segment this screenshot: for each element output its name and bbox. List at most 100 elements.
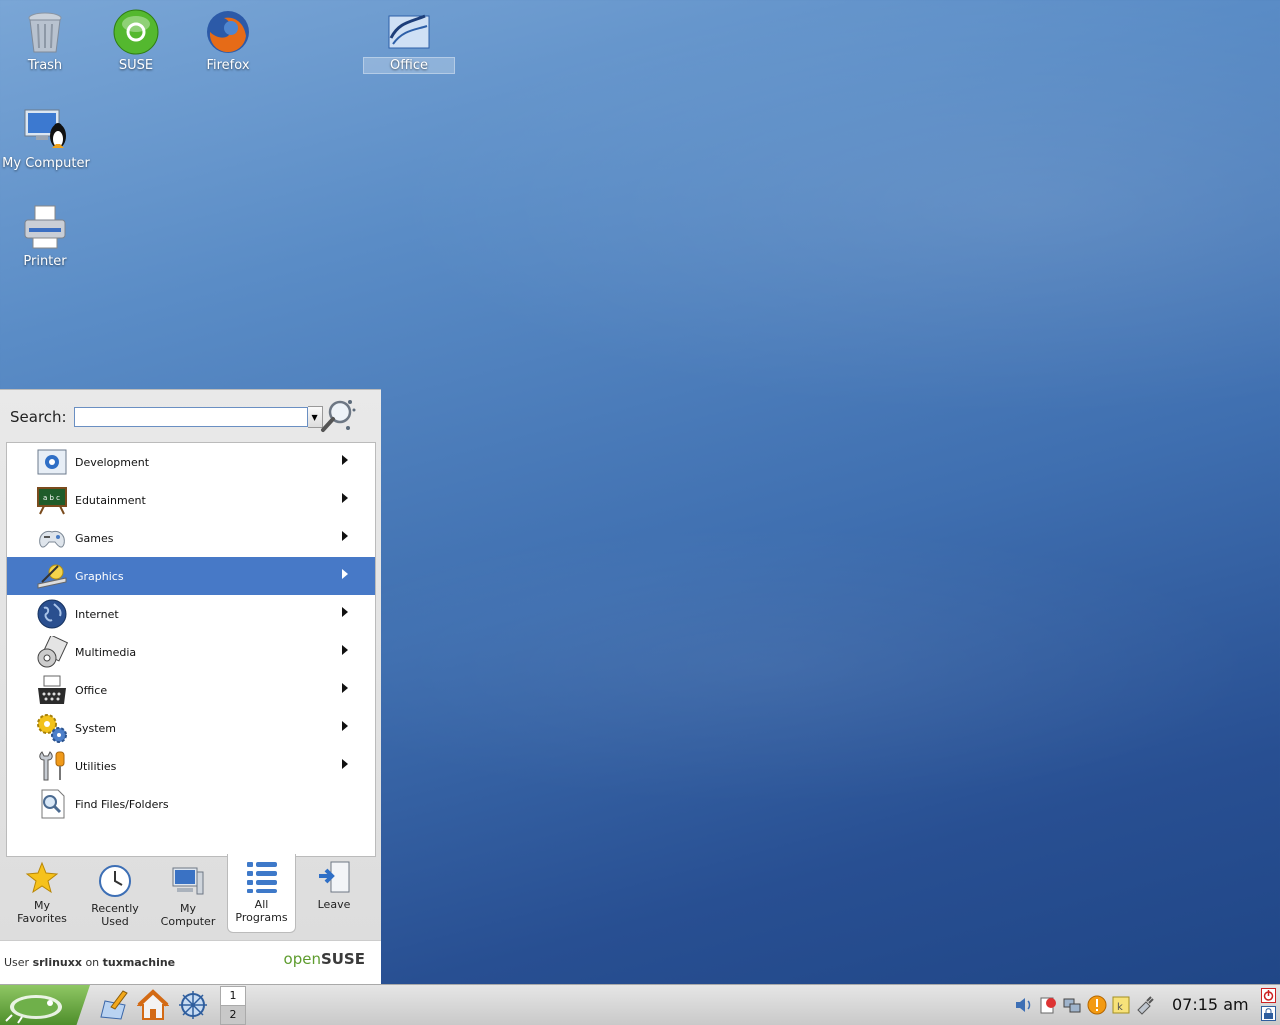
menu-item-internet[interactable]: Internet [7,595,375,633]
submenu-arrow-icon [342,531,348,541]
menu-item-label: Games [75,531,114,545]
search-icon[interactable] [320,398,356,434]
desktop-icon-label: Printer [23,254,67,269]
desktop-pager: 1 2 [220,986,246,1025]
menu-item-label: Graphics [75,569,124,583]
user-info-bar: User srlinuxx on tuxmachine openSUSE [0,940,381,987]
clock-icon [98,864,132,898]
menu-item-edutainment[interactable]: a b c Edutainment [7,481,375,519]
menu-item-label: Multimedia [75,645,137,659]
desktop-icon-office[interactable]: Office [363,8,455,74]
menu-item-label: Find Files/Folders [75,797,169,811]
menu-item-multimedia[interactable]: Multimedia [7,633,375,671]
tab-all-programs[interactable]: All Programs [227,854,296,933]
trash-icon [21,8,69,56]
user-info: User srlinuxx on tuxmachine [4,956,175,969]
tab-recently-used[interactable]: Recently Used [83,855,147,937]
desktop-icon-printer[interactable]: Printer [0,204,90,269]
user-prefix: User [4,956,30,969]
menu-item-label: Development [75,455,150,469]
submenu-arrow-icon [342,607,348,617]
tab-label-line2: Programs [235,911,288,924]
pager-desktop-1[interactable]: 1 [220,986,246,1006]
tab-my-computer[interactable]: My Computer [156,855,220,937]
taskbar: 1 2 k 07:15 am [0,984,1280,1025]
menu-item-development[interactable]: Development [7,443,375,481]
multimedia-icon [36,634,69,668]
menu-item-label: Edutainment [75,493,146,507]
search-input[interactable] [73,407,308,427]
search-label: Search: [10,408,67,426]
menu-item-label: Internet [75,607,119,621]
konqueror-icon [179,991,207,1019]
firefox-icon [204,8,252,56]
tab-my-favorites[interactable]: My Favorites [10,855,74,937]
office-icon [385,8,433,56]
menu-item-office[interactable]: Office [7,671,375,709]
tab-label-line1: All [254,898,269,911]
tab-leave[interactable]: Leave [302,855,366,937]
home-icon [136,989,170,1020]
tab-label-line1: Recently [91,902,139,915]
submenu-arrow-icon [342,721,348,731]
opensuse-logo: openSUSE [283,950,365,968]
svg-text:a b c: a b c [43,494,60,502]
desktop-icon-label: Office [363,57,455,74]
submenu-arrow-icon [342,493,348,503]
tools-icon [36,750,68,782]
writer-icon [100,990,128,1020]
submenu-arrow-icon [342,683,348,693]
shutdown-icon[interactable] [1261,988,1276,1003]
tab-label-line1: My [179,902,196,915]
typewriter-icon [36,674,68,706]
power-plug-icon[interactable] [1135,995,1155,1015]
kmenu-button[interactable] [0,985,90,1025]
menu-item-find-files[interactable]: Find Files/Folders [7,785,375,823]
submenu-arrow-icon [342,569,348,579]
lock-screen-icon[interactable] [1261,1006,1276,1021]
leave-icon [317,860,351,894]
submenu-arrow-icon [342,759,348,769]
find-files-icon [36,788,68,820]
quick-launch-home-button[interactable] [136,989,170,1021]
globe-icon [36,598,68,630]
desktop-icon-label: Trash [27,58,63,73]
clipboard-klipper-icon[interactable] [1038,995,1058,1015]
desktop-icon-firefox[interactable]: Firefox [183,8,273,73]
quick-launch-konqueror-button[interactable] [177,989,209,1021]
clock[interactable]: 07:15 am [1172,995,1249,1014]
user-on: on [85,956,100,969]
volume-icon[interactable] [1014,995,1034,1015]
knotes-icon[interactable]: k [1111,995,1131,1015]
menu-item-games[interactable]: Games [7,519,375,557]
update-warning-icon[interactable] [1087,995,1107,1015]
menu-item-graphics[interactable]: Graphics [7,557,375,595]
desktop-icon-label: Firefox [206,58,250,73]
desktop-icon-trash[interactable]: Trash [0,8,90,73]
tab-label-line2: Used [101,915,129,928]
tab-label-line2: Computer [160,915,216,928]
tab-label-line1: My [33,899,50,912]
submenu-arrow-icon [342,455,348,465]
graphics-icon [36,560,68,592]
menu-item-utilities[interactable]: Utilities [7,747,375,785]
computer-icon [171,864,205,898]
list-icon [245,860,279,894]
quick-launch-write-button[interactable] [97,989,129,1021]
menu-item-system[interactable]: System [7,709,375,747]
host-name: tuxmachine [102,956,176,969]
submenu-arrow-icon [342,645,348,655]
development-icon [36,446,68,478]
pager-desktop-2[interactable]: 2 [220,1006,246,1025]
svg-text:k: k [1117,1002,1123,1013]
desktop-icon-label: SUSE [118,58,154,73]
user-name: srlinuxx [32,956,82,969]
computer-icon [22,106,70,154]
desktop-icon-suse[interactable]: SUSE [91,8,181,73]
desktop-icon-my-computer[interactable]: My Computer [1,106,91,171]
menu-tabs: My Favorites Recently Used My Computer A… [0,854,381,940]
program-category-list: Development a b c Edutainment Games Grap… [6,442,376,857]
printer-icon [21,204,69,252]
network-icon[interactable] [1062,995,1082,1015]
edutainment-icon: a b c [36,484,68,516]
